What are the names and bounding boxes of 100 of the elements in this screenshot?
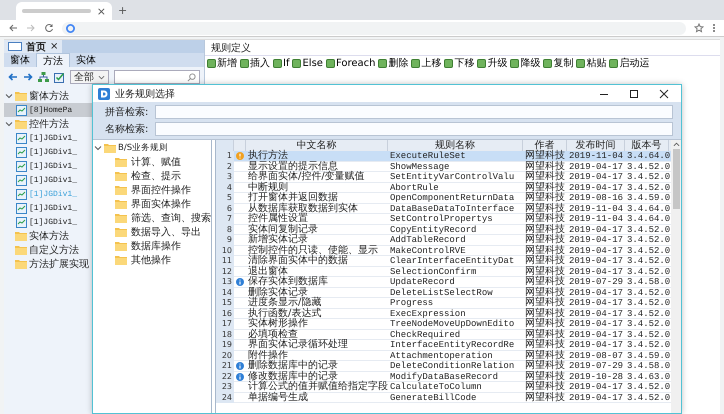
table-cell-text: 网望科技 [524,224,566,234]
table-cell-text: 3.4.64.0 [626,214,669,224]
table-cell-text: 网望科技 [524,182,566,192]
table-cell-text: 3.4.52.0 [626,246,669,256]
table-cell-text: 网望科技 [524,266,566,276]
row-number: 10 [216,246,234,256]
table-cell-text: 网望科技 [524,288,566,298]
table-cell-text: 2019-04-17 [568,266,624,277]
table-cell-text: 网望科技 [524,392,566,403]
table-cell-text: ShowMessage [389,162,450,172]
table-cell-text: 进度条显示/隐藏 [247,298,322,308]
row-number: 15 [216,298,234,308]
table-cell-text: 显示设置的提示信息 [247,162,338,172]
table-cell-text: AddTableRecord [389,235,467,246]
table-cell-text: 网望科技 [524,319,566,329]
table-cell-text: 网望科技 [524,350,566,360]
table-cell-text: 网望科技 [524,340,566,350]
table-cell-text: 2019-04-17 [568,288,624,298]
table-cell-text: AbortRule [389,182,440,193]
table-cell-text: 网望科技 [524,308,566,318]
table-cell-text: 界面实体记录循环处理 [247,340,349,350]
table-cell-text: 2019-04-17 [568,392,624,403]
table-cell-text: 新增实体记录 [247,235,308,245]
table-cell-text: 清除界面实体中的数据 [247,256,349,266]
table-cell-text: 从数据库获取数据到实体 [247,204,359,214]
table-cell-text: 2019-11-04 [568,214,624,224]
table-cell-text: 保存实体到数据库 [247,277,329,287]
table-cell-text: 3.4.59.0 [626,193,669,204]
table-cell-text: 2019-07-29 [568,277,624,288]
row-number: 5 [216,193,234,204]
table-cell-text: 3.4.52.0 [626,224,669,235]
table-cell-text: CheckRequired [389,330,462,340]
table-cell-text: 执行函数/表达式 [247,308,322,318]
table-cell-text: 2019-08-16 [568,193,624,204]
table-cell-text: 2019-11-04 [568,204,624,214]
table-cell-text: 3.4.52.0 [626,182,669,193]
table-cell-text: SetEntityVarControlValu [389,172,516,182]
row-number: 6 [216,204,234,214]
table-cell-text: ExecuteRuleSet [389,151,467,162]
table-cell-text: 3.4.52.0 [626,330,669,340]
table-cell-text: 网望科技 [524,246,566,256]
table-cell-text: 3.4.63.0 [626,372,669,382]
row-number: 23 [216,382,234,392]
row-number: 8 [216,224,234,235]
table-cell-text: CopyEntityRecord [389,224,478,235]
table-cell-text: 2019-04-17 [568,382,624,392]
table-cell-text: 3.4.52.0 [626,162,669,172]
table-cell-text: 3.4.58.0 [626,277,669,288]
tab-label: 首页 [26,40,46,54]
row-number: 3 [216,172,234,182]
table-cell-text: 2019-04-17 [568,308,624,319]
table-cell-text: 删除数据库中的记录 [247,361,339,371]
table-cell-text: 3.4.59.0 [626,350,669,361]
row-number: 18 [216,330,234,340]
row-number: 14 [216,288,234,298]
table-cell-text: 打开窗体并返回数据 [247,193,338,203]
table-cell-text: TreeNodeMoveUpDownEdito [389,319,516,330]
table-cell-text: 附件操作 [247,350,288,360]
table-cell-text: 3.4.52.0 [626,382,669,392]
table-cell-text: MakeControlRVE [389,246,467,256]
table-cell-text: 实体树形操作 [247,319,309,329]
row-number: 20 [216,350,234,361]
table-cell-text: ExecExpression [389,308,467,319]
table-cell-text: 2019-04-17 [568,298,624,308]
table-cell-text: 2019-04-17 [568,319,624,330]
table-cell-text: 网望科技 [524,372,566,382]
row-number: 24 [216,392,234,403]
table-cell-text: CalculateToColumn [389,382,483,392]
panel-title: 规则定义 [205,40,720,56]
table-cell-text: 3.4.52.0 [626,288,669,298]
table-cell-text: UpdateRecord [389,277,456,288]
table-cell-text: 3.4.52.0 [626,256,669,266]
table-cell-text: GenerateBillCode [389,392,478,403]
table-cell-text: 2019-04-17 [568,340,624,350]
table-cell-text: 网望科技 [524,162,566,172]
table-cell-text: 3.4.52.0 [626,172,669,182]
table-cell-text: 2019-04-17 [568,182,624,193]
table-cell-text: InterfaceEntityRecordRe [389,340,516,350]
table-cell-text: 实体间复制记录 [247,224,319,234]
table-cell-text: Progress [389,298,434,308]
row-number: 22 [216,372,234,382]
table-cell-text: 控件属性设置 [247,214,309,224]
table-cell-text: 2019-10-28 [568,372,624,382]
field-label: 名称检索: [105,122,150,136]
table-cell-text: 2019-08-07 [568,350,624,361]
table-cell-text: DeleteListSelectRow [389,288,494,298]
row-number: 9 [216,235,234,246]
table-cell-text: 网望科技 [524,382,566,392]
table-cell-text: 网望科技 [524,214,566,224]
table-cell-text: 修改数据库中的记录 [247,372,338,382]
table-cell-text: 退出窗体 [247,266,288,276]
row-number: 7 [216,214,234,224]
table-cell-text: 网望科技 [524,330,566,340]
row-number: 16 [216,308,234,319]
table-cell-text: 计算公式的值并赋值给指定字段 [247,382,388,392]
table-cell-text: SetControlPropertys [389,214,494,224]
table-cell-text: 网望科技 [524,235,566,245]
table-cell-text: DeleteConditionRelation [389,361,516,372]
table-cell-text: 2019-04-17 [568,235,624,246]
row-number: 4 [216,182,234,193]
